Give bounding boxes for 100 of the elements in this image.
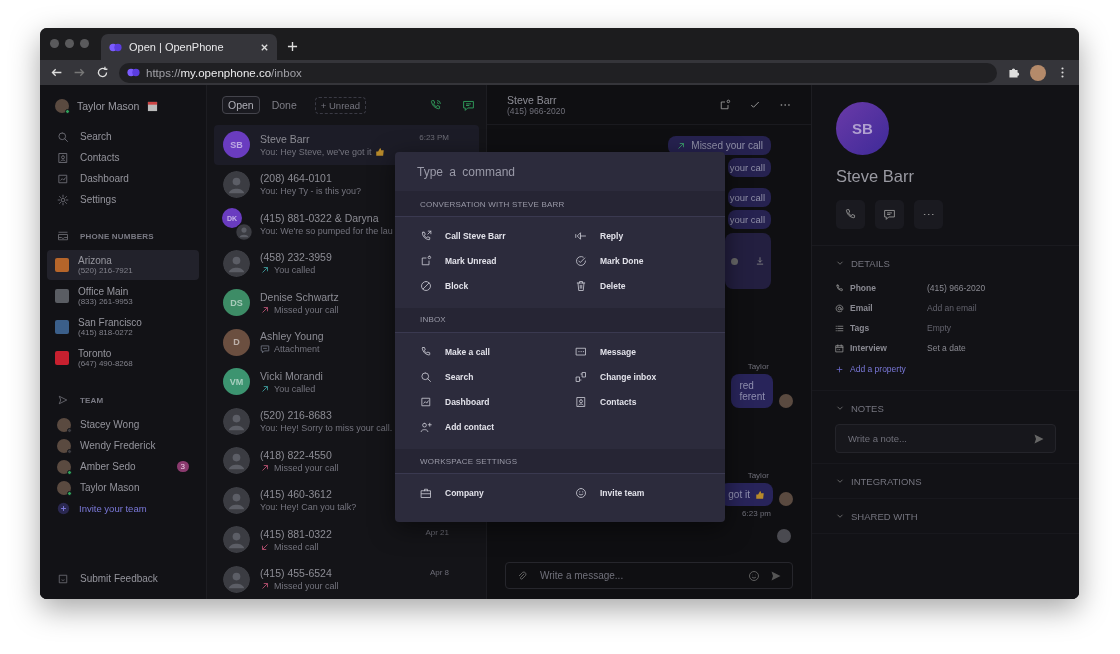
- user-name[interactable]: Taylor Mason: [77, 100, 140, 112]
- feedback-link[interactable]: Submit Feedback: [47, 568, 199, 589]
- team-member[interactable]: Wendy Frederick: [47, 435, 199, 456]
- team-member[interactable]: Stacey Wong: [47, 414, 199, 435]
- message-preview: You: Hey Ty - is this you?: [260, 186, 362, 197]
- message-field[interactable]: Write a message...: [505, 562, 793, 589]
- calendar-icon: [147, 100, 159, 112]
- unread-icon[interactable]: [719, 98, 731, 111]
- property-value[interactable]: Set a date: [927, 343, 966, 353]
- initials-avatar: SB: [223, 131, 250, 159]
- command-item[interactable]: Mark Unread: [420, 248, 575, 274]
- command-item[interactable]: Dashboard: [420, 389, 575, 415]
- send-icon[interactable]: [1033, 432, 1045, 445]
- logo-icon: [127, 68, 140, 77]
- phone-icon[interactable]: [429, 98, 442, 112]
- user-avatar[interactable]: [55, 99, 69, 113]
- invite-link[interactable]: Invite your team: [79, 503, 147, 514]
- reload-icon[interactable]: [96, 66, 109, 79]
- section-toggle[interactable]: NOTES: [835, 401, 1056, 415]
- contact-name: (415) 881-0322: [260, 527, 332, 540]
- chat-bubble-icon[interactable]: [462, 98, 475, 112]
- contact-name: Ashley Young: [260, 330, 324, 343]
- conversation-item[interactable]: (415) 455-6524 Missed your call Apr 8: [214, 559, 479, 599]
- new-tab-icon[interactable]: [287, 41, 298, 52]
- property-value[interactable]: (415) 966-2020: [927, 283, 986, 293]
- timestamp: Apr 21: [425, 528, 449, 537]
- filter-tab[interactable]: Open: [222, 96, 260, 114]
- plus-icon: [835, 364, 844, 374]
- nav-item[interactable]: Settings: [47, 189, 199, 210]
- command-item[interactable]: Mark Done: [575, 248, 725, 274]
- nav-item[interactable]: Search: [47, 126, 199, 147]
- phone-number-item[interactable]: Toronto (647) 490-8268: [47, 343, 199, 373]
- back-icon[interactable]: [50, 66, 63, 79]
- unread-icon: [420, 254, 432, 267]
- timestamp: 6:23 PM: [419, 133, 449, 142]
- note-input[interactable]: Write a note...: [846, 432, 1033, 445]
- team-member[interactable]: Amber Sedo 3: [47, 456, 199, 477]
- filter-tab[interactable]: Done: [265, 96, 303, 114]
- puzzle-piece-icon[interactable]: [1007, 66, 1020, 79]
- property-label: Email: [850, 303, 874, 313]
- forward-icon[interactable]: [73, 66, 86, 79]
- filter-tab[interactable]: + Unread: [314, 96, 367, 114]
- sender-avatar: [779, 394, 793, 408]
- command-item[interactable]: Add contact: [420, 414, 575, 441]
- command-item[interactable]: Reply: [575, 223, 725, 249]
- section-toggle[interactable]: SHARED WITH: [835, 509, 1056, 523]
- call-button[interactable]: [836, 200, 865, 229]
- contact-card-icon: [575, 396, 587, 409]
- phone-arrow-icon: [420, 229, 432, 242]
- member-avatar: [57, 459, 71, 474]
- nav-item[interactable]: Dashboard: [47, 168, 199, 189]
- contact-name: (415) 455-6524: [260, 567, 332, 580]
- message-button[interactable]: [875, 200, 904, 229]
- send-icon[interactable]: [770, 569, 782, 582]
- conversation-item[interactable]: SB Steve Barr You: Hey Steve, we've got it 6:23 PM: [214, 125, 479, 165]
- command-item[interactable]: Block: [420, 273, 575, 299]
- command-item[interactable]: Change inbox: [575, 364, 725, 390]
- note-field[interactable]: Write a note...: [835, 424, 1056, 453]
- browser-tab[interactable]: Open | OpenPhone: [101, 34, 277, 60]
- command-item[interactable]: Call Steve Barr: [420, 223, 575, 249]
- contact-card-icon: [57, 151, 69, 164]
- command-item[interactable]: Message: [575, 338, 725, 365]
- nav-item[interactable]: Contacts: [47, 147, 199, 168]
- section-toggle[interactable]: INTEGRATIONS: [835, 474, 1056, 488]
- call-bubble: your call: [727, 188, 771, 207]
- section-heading: TEAM: [80, 395, 104, 405]
- command-item[interactable]: Contacts: [575, 389, 725, 415]
- paperclip-icon[interactable]: [516, 569, 528, 582]
- conversation-item[interactable]: (415) 881-0322 Missed call Apr 21: [214, 520, 479, 560]
- download-icon[interactable]: [755, 256, 765, 266]
- address-bar[interactable]: https://my.openphone.co/inbox: [119, 62, 997, 83]
- phone-number-item[interactable]: Arizona (520) 216-7921: [47, 250, 199, 280]
- phone-number-item[interactable]: San Francisco (415) 818-0272: [47, 312, 199, 342]
- window-control-dot[interactable]: [50, 39, 59, 48]
- window-control-dot[interactable]: [80, 39, 89, 48]
- url-text: https://my.openphone.co/inbox: [146, 66, 302, 79]
- message-input[interactable]: Write a message...: [538, 569, 738, 582]
- add-property-link[interactable]: Add a property: [850, 364, 906, 374]
- message-preview: Missed call: [274, 541, 319, 552]
- profile-avatar[interactable]: [1030, 64, 1046, 81]
- window-control-dot[interactable]: [65, 39, 74, 48]
- message-preview: Missed your call: [274, 304, 339, 315]
- unread-count-badge: 3: [176, 461, 189, 472]
- search-icon: [57, 130, 69, 143]
- group-heading: WORKSPACE SETTINGS: [395, 449, 725, 475]
- contact-name: Steve Barr: [260, 132, 310, 145]
- phone-number-item[interactable]: Office Main (833) 261-9953: [47, 281, 199, 311]
- message-preview: Missed your call: [274, 581, 339, 592]
- team-member[interactable]: Taylor Mason: [47, 477, 199, 498]
- group-heading: CONVERSATION WITH STEVE BARR: [395, 192, 725, 217]
- chat-bubble-icon: [260, 344, 270, 355]
- command-item[interactable]: Search: [420, 364, 575, 390]
- briefcase-icon: [420, 486, 432, 499]
- command-item[interactable]: Make a call: [420, 338, 575, 365]
- close-icon[interactable]: [260, 42, 269, 52]
- command-item[interactable]: Delete: [575, 273, 725, 299]
- command-item[interactable]: Company: [420, 480, 575, 506]
- command-input[interactable]: Type a command: [415, 163, 705, 180]
- section-toggle[interactable]: DETAILS: [835, 256, 1056, 270]
- emoji-icon[interactable]: [748, 569, 760, 582]
